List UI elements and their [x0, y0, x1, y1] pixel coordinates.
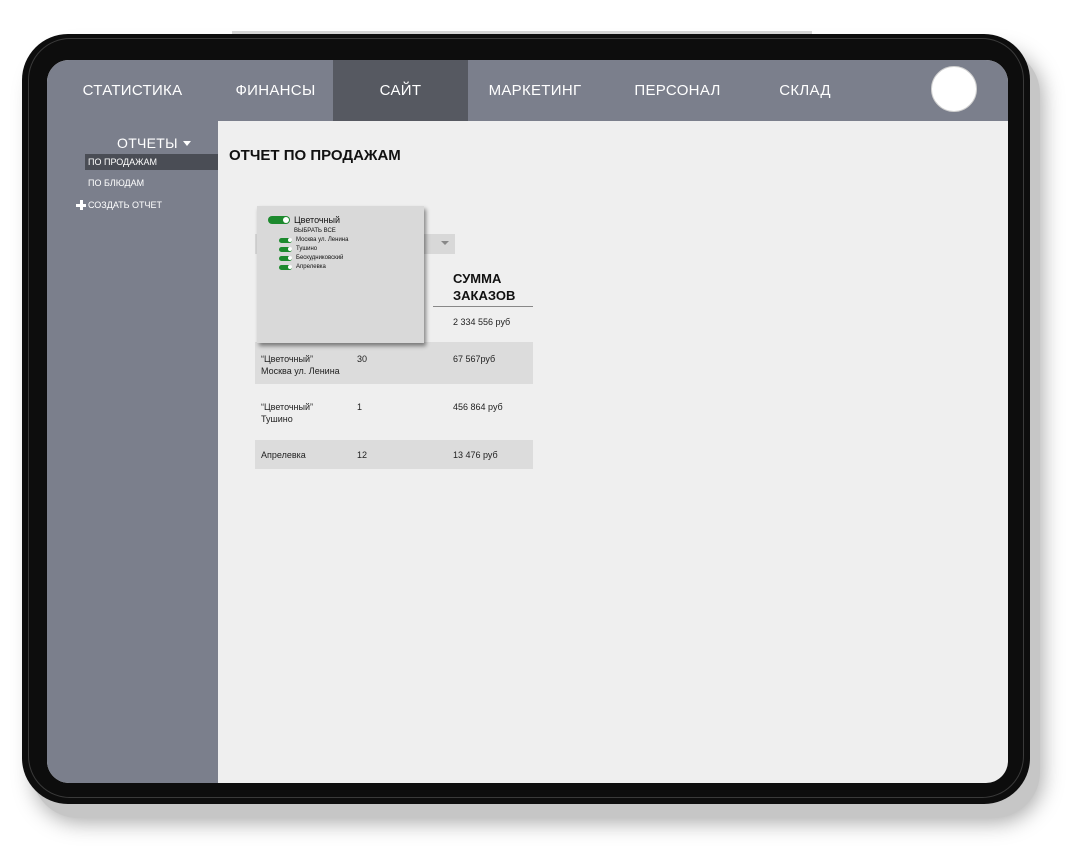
location-option[interactable]: Бескудниковский — [279, 255, 343, 261]
toggle-switch[interactable] — [268, 216, 290, 224]
tablet-screen: СТАТИСТИКА ФИНАНСЫ САЙТ МАРКЕТИНГ ПЕРСОН… — [47, 60, 1008, 783]
location-option-label: Апрелевка — [296, 264, 326, 270]
table-row: “Цветочный” Тушино 1 456 864 руб — [255, 394, 533, 436]
total-sum: 2 334 556 руб — [453, 317, 511, 327]
row-count: 30 — [357, 354, 368, 364]
group-label: Цветочный — [294, 215, 341, 225]
nav-item-finance[interactable]: ФИНАНСЫ — [218, 60, 333, 121]
reports-menu[interactable]: ОТЧЕТЫ — [117, 135, 191, 151]
location-option[interactable]: Тушино — [279, 246, 317, 252]
sidebar-item-dishes[interactable]: ПО БЛЮДАМ — [85, 175, 218, 191]
group-toggle-option[interactable]: Цветочный — [268, 215, 340, 225]
location-option-label: Бескудниковский — [296, 255, 344, 261]
sum-header-line2: ЗАКАЗОВ — [453, 288, 516, 303]
row-name: “Цветочный” Москва ул. Ленина — [261, 354, 340, 376]
toggle-switch[interactable] — [279, 255, 292, 261]
row-count: 12 — [357, 450, 368, 460]
select-all-link[interactable]: ВЫБРАТЬ ВСЕ — [294, 228, 336, 234]
header-divider — [433, 306, 533, 307]
nav-item-personnel[interactable]: ПЕРСОНАЛ — [602, 60, 753, 121]
sidebar-item-sales[interactable]: ПО ПРОДАЖАМ — [85, 154, 218, 170]
sum-column-header: СУММА ЗАКАЗОВ — [453, 270, 515, 304]
location-option-label: Тушино — [296, 246, 318, 252]
nav-item-statistics[interactable]: СТАТИСТИКА — [47, 60, 218, 121]
sum-header-line1: СУММА — [453, 271, 502, 286]
location-option[interactable]: Москва ул. Ленина — [279, 237, 348, 243]
toggle-switch[interactable] — [279, 264, 292, 270]
row-sum: 67 567руб — [453, 354, 496, 364]
location-option[interactable]: Апрелевка — [279, 264, 326, 270]
table-row: Апрелевка 12 13 476 руб — [255, 440, 533, 469]
row-sum: 13 476 руб — [453, 450, 498, 460]
row-name: “Цветочный” Тушино — [261, 402, 314, 424]
create-report-button[interactable]: СОЗДАТЬ ОТЧЕТ — [76, 197, 218, 213]
sidebar: ОТЧЕТЫ ПО ПРОДАЖАМ ПО БЛЮДАМ СОЗДАТЬ ОТЧ… — [47, 121, 218, 783]
reports-heading: ОТЧЕТЫ — [117, 135, 178, 151]
row-name: Апрелевка — [261, 450, 306, 460]
location-option-label: Москва ул. Ленина — [296, 237, 349, 243]
plus-icon — [76, 200, 86, 210]
avatar[interactable] — [931, 66, 977, 112]
location-filter-popup: Цветочный ВЫБРАТЬ ВСЕ Москва ул. Ленина … — [257, 206, 424, 343]
create-report-label: СОЗДАТЬ ОТЧЕТ — [88, 200, 163, 210]
row-sum: 456 864 руб — [453, 402, 503, 412]
table-row: “Цветочный” Москва ул. Ленина 30 67 567р… — [255, 342, 533, 384]
nav-item-site[interactable]: САЙТ — [333, 60, 468, 121]
toggle-switch[interactable] — [279, 237, 292, 243]
chevron-down-icon — [441, 241, 449, 245]
caret-down-icon — [182, 140, 191, 146]
top-nav: СТАТИСТИКА ФИНАНСЫ САЙТ МАРКЕТИНГ ПЕРСОН… — [47, 60, 1008, 121]
row-count: 1 — [357, 402, 363, 412]
toggle-switch[interactable] — [279, 246, 292, 252]
nav-item-marketing[interactable]: МАРКЕТИНГ — [468, 60, 602, 121]
nav-item-warehouse[interactable]: СКЛАД — [753, 60, 857, 121]
page-title: ОТЧЕТ ПО ПРОДАЖАМ — [229, 147, 401, 164]
